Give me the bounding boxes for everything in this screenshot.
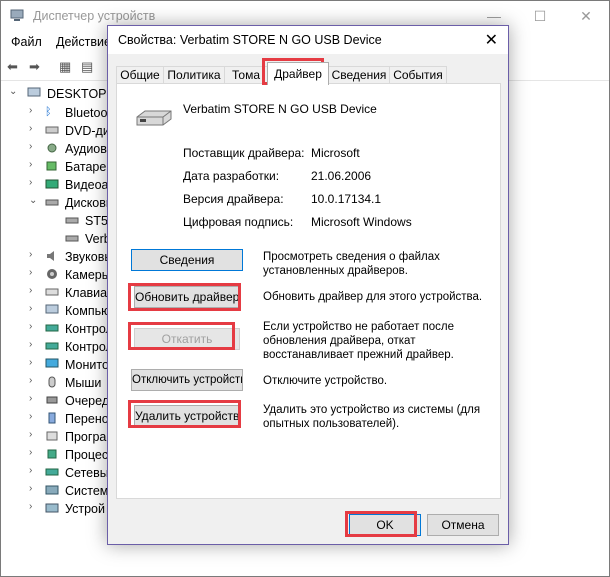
digital-signer-value: Microsoft Windows (311, 215, 412, 229)
computer-icon (45, 304, 59, 314)
tree-item[interactable]: ST50 (1, 212, 115, 230)
tree-item[interactable]: › Очеред (1, 392, 111, 410)
bluetooth-icon: ᛒ (45, 106, 52, 118)
keyboard-icon (45, 288, 59, 296)
tree-item[interactable]: › DVD-дис (1, 122, 116, 140)
tree-item[interactable]: › Клавиат (1, 284, 113, 302)
dialog-titlebar: Свойства: Verbatim STORE N GO USB Device… (108, 26, 508, 54)
tab-events[interactable]: События (389, 66, 447, 84)
menu-file[interactable]: Файл (11, 35, 42, 49)
driver-version-value: 10.0.17134.1 (311, 192, 382, 206)
tree-item[interactable]: › Устрой (1, 500, 111, 518)
controller-icon (45, 324, 59, 332)
tree-item[interactable]: › Монито (1, 356, 111, 374)
print-queue-icon (46, 396, 58, 404)
driver-version-label: Версия драйвера: (183, 192, 284, 206)
controller-icon (45, 342, 59, 350)
battery-icon (46, 161, 57, 171)
network-adapter-icon (45, 468, 59, 476)
tree-item[interactable]: › ᛒ Bluetoot (1, 104, 111, 122)
tree-item[interactable]: › Батареи (1, 158, 113, 176)
monitor-icon (45, 358, 59, 368)
tab-volumes[interactable]: Тома (224, 66, 268, 84)
software-device-icon (46, 431, 58, 441)
device-manager-icon (10, 9, 24, 21)
mouse-icon (48, 376, 56, 388)
close-button[interactable]: ✕ (563, 1, 609, 31)
portable-device-icon (48, 412, 56, 424)
digital-signer-label: Цифровая подпись: (183, 215, 294, 229)
tab-policy[interactable]: Политика (163, 66, 225, 84)
disk-drive-icon (65, 217, 79, 224)
forward-icon[interactable]: ➡ (29, 59, 40, 75)
tree-item[interactable]: › Видеоа (1, 176, 111, 194)
tree-item[interactable]: Verb (1, 230, 111, 248)
sound-icon (47, 251, 54, 261)
dialog-title: Свойства: Verbatim STORE N GO USB Device (118, 33, 382, 47)
device-icon (45, 503, 59, 513)
tab-details[interactable]: Сведения (328, 66, 390, 84)
uninstall-device-button[interactable]: Удалить устройство (134, 405, 240, 427)
cancel-button[interactable]: Отмена (427, 514, 499, 536)
driver-provider-value: Microsoft (311, 146, 360, 160)
tree-item[interactable]: › Контрол (1, 320, 113, 338)
properties-icon[interactable]: ▦ (59, 59, 71, 75)
disk-drive-icon (45, 199, 59, 206)
menu-action[interactable]: Действие (56, 35, 111, 49)
tree-item[interactable]: › Сетевы (1, 464, 111, 482)
computer-icon (27, 87, 41, 97)
device-tree: ⌄ DESKTOP-5 › ᛒ Bluetoot › DVD-дис › Аудиов … (1, 85, 118, 545)
update-driver-button[interactable]: Обновить драйвер (134, 286, 240, 308)
uninstall-device-description: Удалить это устройство из системы (для о… (263, 404, 481, 430)
ok-button[interactable]: OK (349, 514, 421, 536)
tree-item[interactable]: ⌄ Дисковы (1, 194, 115, 212)
tree-item[interactable]: › Компью (1, 302, 111, 320)
tab-driver[interactable]: Драйвер (267, 62, 329, 85)
tree-item[interactable]: › Звуковы (1, 248, 113, 266)
camera-icon (47, 269, 57, 279)
main-window-title: Диспетчер устройств (33, 9, 156, 23)
update-driver-description: Обновить драйвер для этого устройства. (263, 291, 483, 303)
tab-general[interactable]: Общие (116, 66, 164, 84)
display-adapter-icon (45, 179, 59, 189)
driver-tab-panel: Verbatim STORE N GO USB Device Поставщик… (116, 83, 501, 499)
disk-drive-icon (65, 235, 79, 242)
help-icon[interactable]: ▤ (81, 59, 93, 75)
back-icon[interactable]: ⬅ (7, 59, 18, 75)
device-name: Verbatim STORE N GO USB Device (183, 102, 377, 116)
disable-device-description: Отключите устройство. (263, 375, 388, 387)
tree-item[interactable]: › Програ (1, 428, 111, 446)
driver-details-button[interactable]: Сведения (131, 249, 243, 271)
tree-item[interactable]: › Процес (1, 446, 111, 464)
tree-item[interactable]: › Мыши (1, 374, 111, 392)
processor-icon (47, 449, 57, 459)
roll-back-driver-button[interactable]: Откатить (134, 328, 240, 350)
tree-item[interactable]: › Контрол (1, 338, 113, 356)
audio-icon (47, 143, 57, 153)
properties-dialog: Свойства: Verbatim STORE N GO USB Device… (107, 25, 509, 545)
tab-bar: Общие Политика Тома Драйвер Сведения Соб… (116, 62, 500, 85)
tree-item[interactable]: › Камеры (1, 266, 111, 284)
roll-back-description: Если устройство не работает после обновл… (263, 321, 455, 361)
tree-item[interactable]: › Систем (1, 482, 111, 500)
driver-provider-label: Поставщик драйвера: (183, 146, 305, 160)
tree-root[interactable]: ⌄ DESKTOP-5 (1, 85, 118, 103)
dialog-close-icon[interactable]: ✕ (485, 30, 498, 50)
maximize-button[interactable]: ☐ (517, 1, 563, 31)
disable-device-button[interactable]: Отключить устройство (131, 369, 243, 391)
driver-details-description: Просмотреть сведения о файлах установлен… (263, 251, 440, 277)
usb-drive-icon (136, 110, 172, 126)
driver-date-value: 21.06.2006 (311, 169, 372, 183)
tree-item[interactable]: › Перено (1, 410, 111, 428)
tree-item[interactable]: › Аудиов (1, 140, 111, 158)
system-device-icon (45, 485, 59, 495)
driver-date-label: Дата разработки: (183, 169, 280, 183)
dvd-drive-icon (45, 126, 59, 134)
